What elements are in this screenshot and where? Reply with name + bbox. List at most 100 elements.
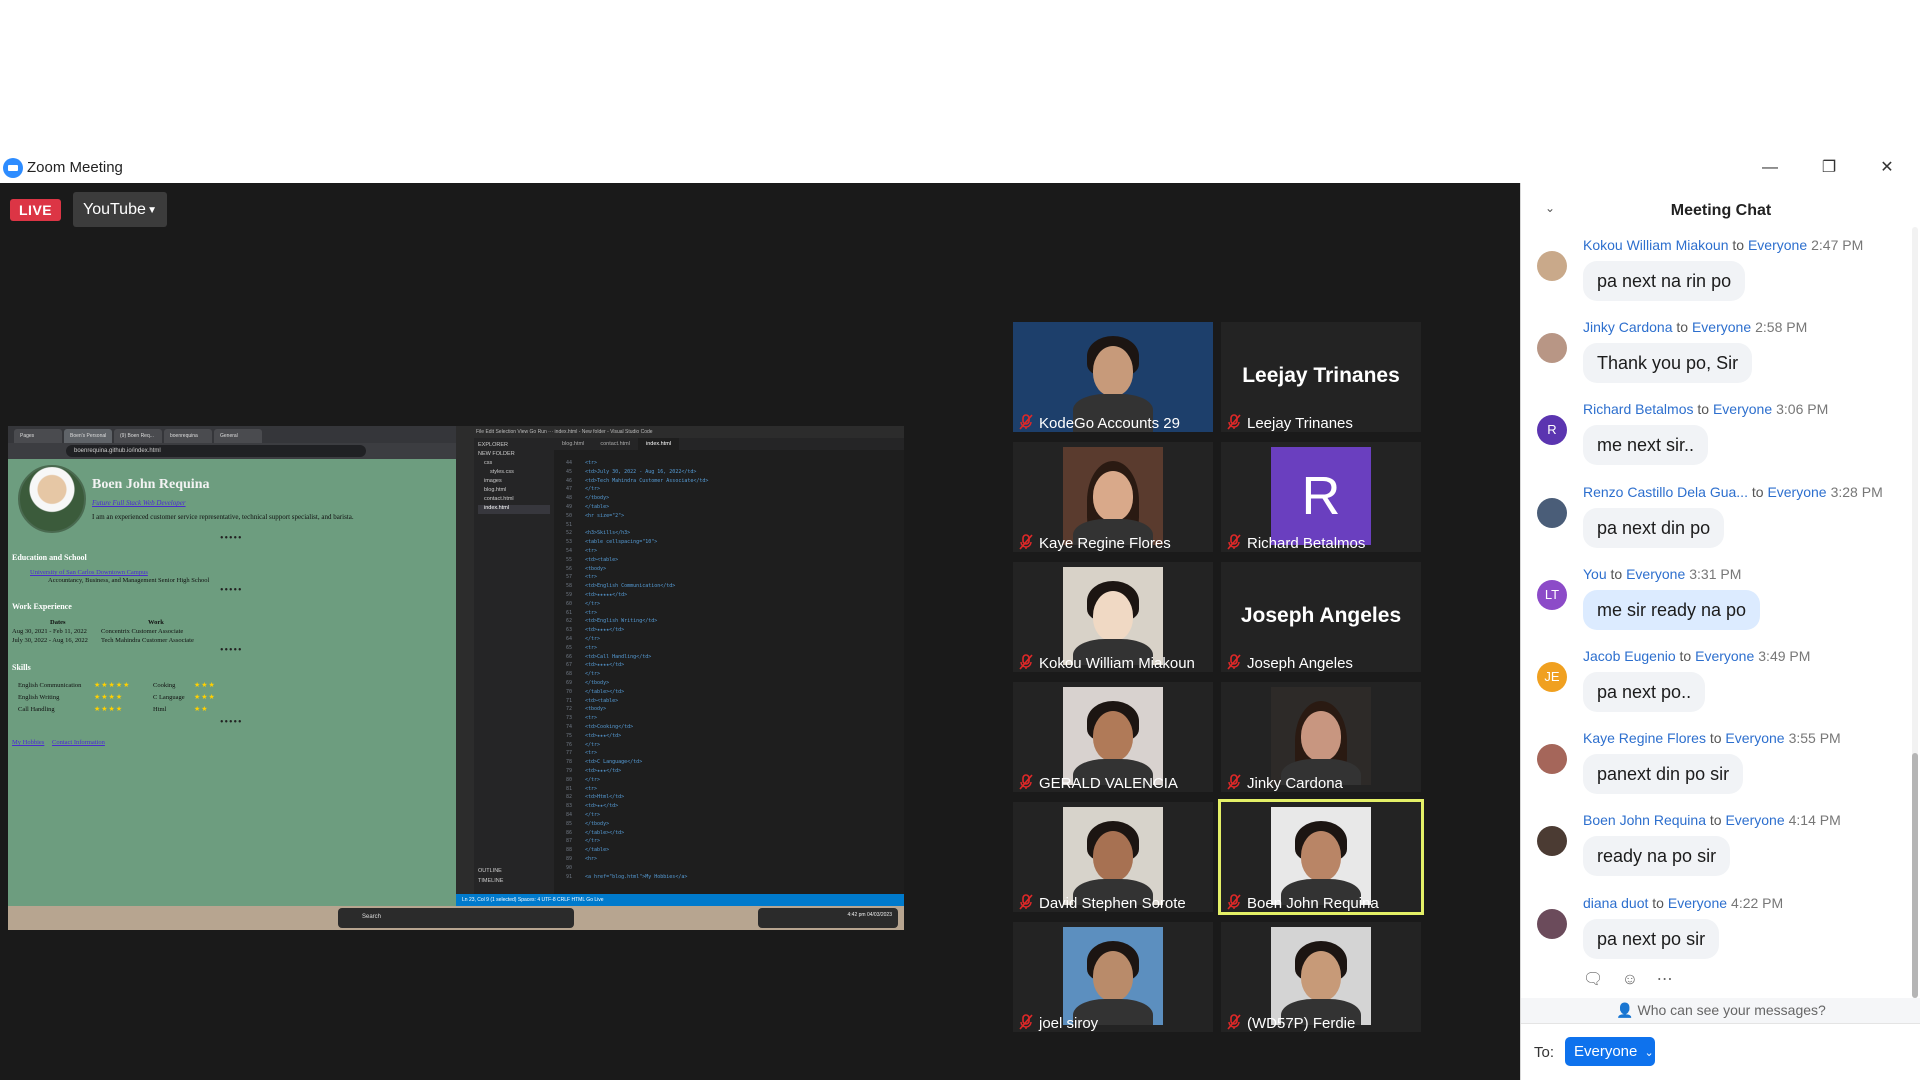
reply-icon[interactable]: 🗨 (1583, 971, 1603, 988)
chat-message[interactable]: Jinky Cardona to Everyone 2:58 PM Thank yo… (1537, 319, 1907, 401)
line-text: <h3>Skills</h3> (582, 530, 631, 537)
minimize-button[interactable]: — (1747, 153, 1793, 183)
stream-target-dropdown[interactable]: YouTube ▼ (73, 192, 167, 227)
browser-tab: Boen's Personal (64, 429, 112, 443)
sender-name[interactable]: Richard Betalmos (1583, 401, 1694, 417)
chat-message[interactable]: R Richard Betalmos to Everyone 3:06 PM me n… (1537, 401, 1907, 483)
chat-message[interactable]: Kokou William Miakoun to Everyone 2:47 PM… (1537, 237, 1907, 319)
chat-message[interactable]: JE Jacob Eugenio to Everyone 3:49 PM pa nex… (1537, 648, 1907, 730)
work-dates: Aug 30, 2021 - Feb 11, 2022 (12, 628, 87, 635)
line-number: 61 (565, 609, 572, 616)
code-line: 49 </table> (554, 504, 609, 512)
line-text: <tr> (582, 750, 598, 757)
line-number: 80 (565, 776, 572, 783)
sender-name[interactable]: Jinky Cardona (1583, 319, 1673, 335)
message-time: 3:55 PM (1788, 730, 1841, 747)
sender-name[interactable]: You (1583, 566, 1607, 582)
browser-tab-strip: Pages Boen's Personal (9) Boen Req... bo… (8, 426, 456, 443)
participant-tile[interactable]: Kaye Regine Flores (1013, 442, 1213, 552)
recipient-dropdown[interactable]: Everyone ⌄ (1565, 1037, 1655, 1066)
line-text: <td>★★★★</td> (582, 627, 625, 634)
work-title: Concentrix Customer Associate (101, 628, 184, 635)
participant-initial-avatar: R (1271, 447, 1371, 545)
sender-name[interactable]: Jacob Eugenio (1583, 648, 1676, 664)
participant-tile[interactable]: joel siroy (1013, 922, 1213, 1032)
chat-scrollbar-thumb[interactable] (1912, 753, 1918, 998)
line-number: 89 (565, 856, 572, 862)
participant-display-name: Leejay Trinanes (1242, 364, 1400, 387)
participant-tile[interactable]: Jinky Cardona (1221, 682, 1421, 792)
dates-header: Dates (50, 619, 66, 626)
message-bubble: pa next po sir (1583, 918, 1720, 959)
participant-display-name: Joseph Angeles (1240, 604, 1402, 627)
participant-tile[interactable]: (WD57P) Ferdie (1221, 922, 1421, 1032)
recipient-name: Everyone (1747, 237, 1808, 253)
sender-name[interactable]: diana duot (1583, 895, 1648, 911)
meeting-stage: LIVE YouTube ▼ Pages Boen's Personal (9)… (0, 183, 1520, 1080)
code-line: 86 </table></td> (554, 830, 624, 838)
vscode-explorer: EXPLORER NEW FOLDER css styles.css image… (474, 438, 554, 894)
privacy-hint[interactable]: 👤 Who can see your messages? (1521, 998, 1920, 1023)
chat-message[interactable]: LT You to Everyone 3:31 PM me sir ready na … (1537, 566, 1907, 648)
window-title: Zoom Meeting (27, 159, 123, 176)
message-time: 3:28 PM (1830, 483, 1883, 500)
participant-tile[interactable]: Boen John Requina (1218, 799, 1424, 915)
recipient-name: Everyone (1712, 401, 1773, 418)
emoji-react-icon[interactable]: ☺ (1622, 971, 1638, 988)
participant-tile[interactable]: Joseph Angeles Joseph Angeles (1221, 562, 1421, 672)
line-text: <tbody> (582, 565, 607, 572)
face-shape (1093, 951, 1133, 1001)
line-text: </tr> (582, 838, 601, 845)
to-word: to (1709, 812, 1722, 829)
zoom-app: Zoom Meeting — ❐ ✕ LIVE YouTube ▼ Pages … (0, 0, 1920, 1080)
chat-message[interactable]: diana duot to Everyone 4:22 PM pa next po … (1537, 895, 1907, 977)
participant-tile[interactable]: R Richard Betalmos (1221, 442, 1421, 552)
line-number: 83 (565, 803, 572, 810)
line-text: <td>★★★</td> (582, 732, 622, 739)
mic-muted-icon (1019, 1014, 1033, 1030)
line-number: 60 (565, 600, 572, 607)
close-button[interactable]: ✕ (1864, 153, 1910, 183)
sender-name[interactable]: Renzo Castillo Dela Gua... (1583, 484, 1748, 500)
contact-link: Contact Information (52, 739, 105, 746)
chat-message[interactable]: Renzo Castillo Dela Gua... to Everyone 3:… (1537, 484, 1907, 566)
education-heading: Education and School (12, 553, 87, 562)
code-line: 76 </tr> (554, 742, 600, 750)
sender-name[interactable]: Kokou William Miakoun (1583, 237, 1729, 253)
to-word: to (1652, 894, 1664, 911)
participant-tile[interactable]: KodeGo Accounts 29 (1013, 322, 1213, 432)
participant-name: Kokou William Miakoun (1039, 655, 1195, 672)
skill-stars: ★★★★★ (94, 681, 131, 689)
code-line: 65 <tr> (554, 645, 597, 653)
to-word: to (1679, 648, 1692, 664)
sender-name[interactable]: Kaye Regine Flores (1583, 730, 1706, 746)
browser-tab: boenrequina (164, 429, 212, 443)
code-line: 59 <td>★★★★★</td> (554, 592, 627, 600)
mic-muted-icon (1227, 894, 1241, 910)
line-number: 77 (565, 750, 572, 757)
participant-video (1271, 807, 1371, 905)
shared-taskbar: Search 4:42 pm 04/03/2023 (8, 906, 904, 930)
timeline-section: TIMELINE (478, 878, 504, 884)
face-shape (1301, 831, 1341, 881)
divider: ••••• (220, 717, 243, 728)
code-line: 61 <tr> (554, 610, 597, 618)
participant-tile[interactable]: David Stephen Sorote (1013, 802, 1213, 912)
chat-message[interactable]: Boen John Requina to Everyone 4:14 PM read… (1537, 812, 1907, 894)
more-icon[interactable]: ⋯ (1657, 971, 1673, 988)
browser-url: boenrequina.github.io/index.html (66, 445, 366, 457)
participant-tile[interactable]: GERALD VALENCIA (1013, 682, 1213, 792)
message-meta: Renzo Castillo Dela Gua... to Everyone 3:… (1583, 484, 1883, 500)
line-number: 72 (565, 706, 572, 713)
participant-tile[interactable]: Kokou William Miakoun (1013, 562, 1213, 672)
school-link: University of San Carlos Downtown Campus (30, 569, 148, 576)
restore-button[interactable]: ❐ (1806, 153, 1852, 183)
browser-tab: Pages (14, 429, 62, 443)
live-badge[interactable]: LIVE (10, 199, 62, 221)
chat-message[interactable]: Kaye Regine Flores to Everyone 3:55 PM pan… (1537, 730, 1907, 812)
participant-tile[interactable]: Leejay Trinanes Leejay Trinanes (1221, 322, 1421, 432)
skill-stars: ★★★ (194, 693, 216, 701)
zoom-logo-icon (3, 158, 23, 178)
skills-heading: Skills (12, 663, 31, 672)
sender-name[interactable]: Boen John Requina (1583, 812, 1706, 828)
